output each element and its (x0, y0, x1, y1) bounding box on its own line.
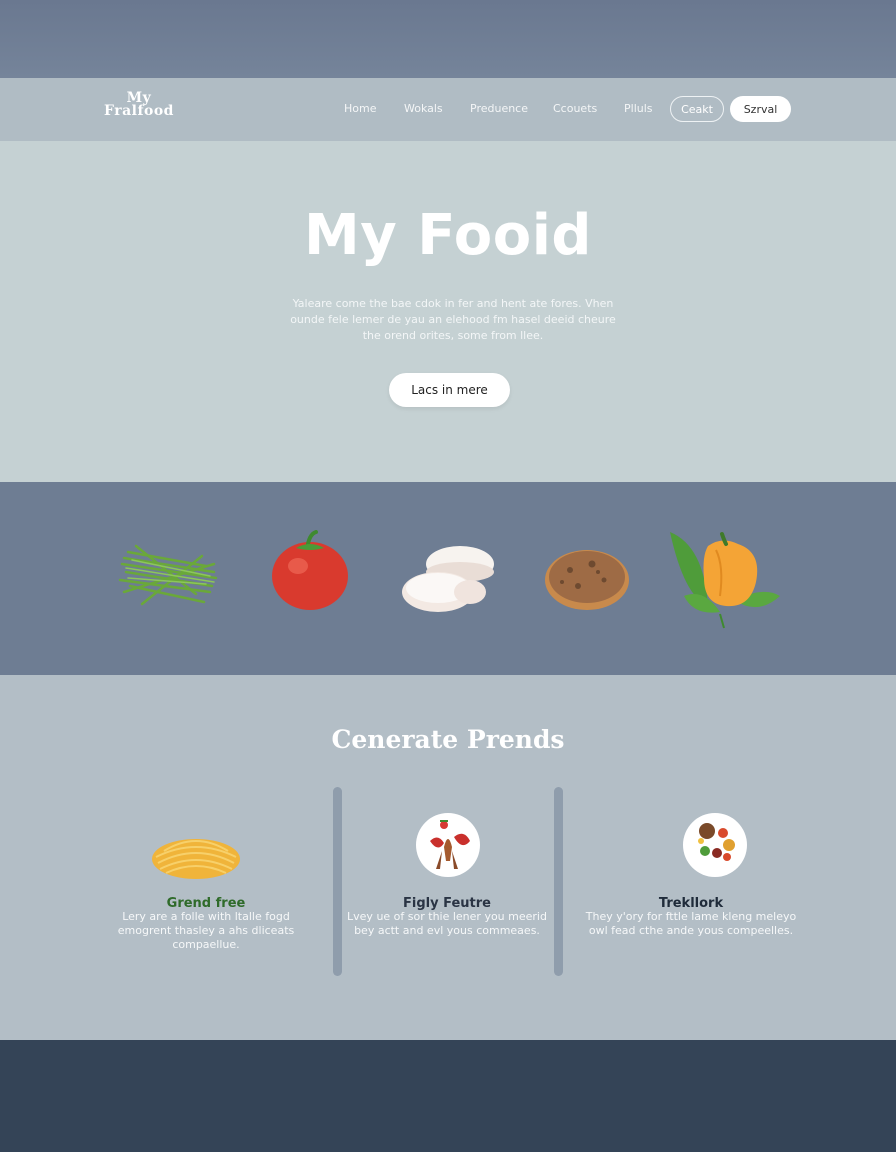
hero-cta-button[interactable]: Lacs in mere (389, 373, 510, 407)
card-divider (554, 787, 563, 976)
logo-line-2: Fralfood (104, 103, 174, 119)
nav-link-3[interactable]: Preduence (470, 102, 528, 115)
bell-pepper-icon (670, 532, 780, 629)
logo[interactable]: My Fralfood (104, 91, 174, 119)
nav-link-2[interactable]: Wokals (404, 102, 443, 115)
outline-button[interactable]: Ceakt (670, 96, 724, 122)
hero-title: My Fooid (304, 203, 592, 268)
nav-link-5[interactable]: Plluls (624, 102, 653, 115)
footer (0, 1040, 896, 1152)
pasta-icon (152, 839, 240, 879)
tomato-icon (272, 530, 348, 610)
feature-card-title: Figly Feutre (403, 896, 491, 911)
feature-card-text: Lery are a folle with ltalle fogd emogre… (117, 910, 295, 951)
hero-description: Yaleare come the bae cdok in fer and hen… (290, 297, 616, 342)
nav-link-home[interactable]: Home (344, 102, 376, 115)
features-title: Cenerate Prends (331, 725, 565, 754)
bread-icon (545, 550, 629, 610)
vegetable-bowl-icon (683, 813, 747, 877)
feature-card-text: They y'ory for fttle lame kleng meleyo o… (585, 910, 797, 937)
strawberry-bowl-icon (416, 813, 480, 877)
nav-link-4[interactable]: Ccouets (553, 102, 597, 115)
solid-button[interactable]: Szrval (730, 96, 791, 122)
mozzarella-icon (402, 546, 494, 612)
feature-card-title: Trekllork (658, 896, 724, 911)
top-band (0, 0, 896, 78)
hero-section: My Fooid Yaleare come the bae cdok in fe… (0, 141, 896, 482)
feature-card-text: Lvey ue of sor thie lener you meerid bey… (347, 910, 547, 937)
chives-icon (118, 544, 218, 606)
feature-card-title: Grend free (166, 896, 246, 911)
ingredients-band (0, 482, 896, 675)
features-section: Cenerate Prends Grend free Lery are a fo… (0, 675, 896, 1040)
card-divider (333, 787, 342, 976)
